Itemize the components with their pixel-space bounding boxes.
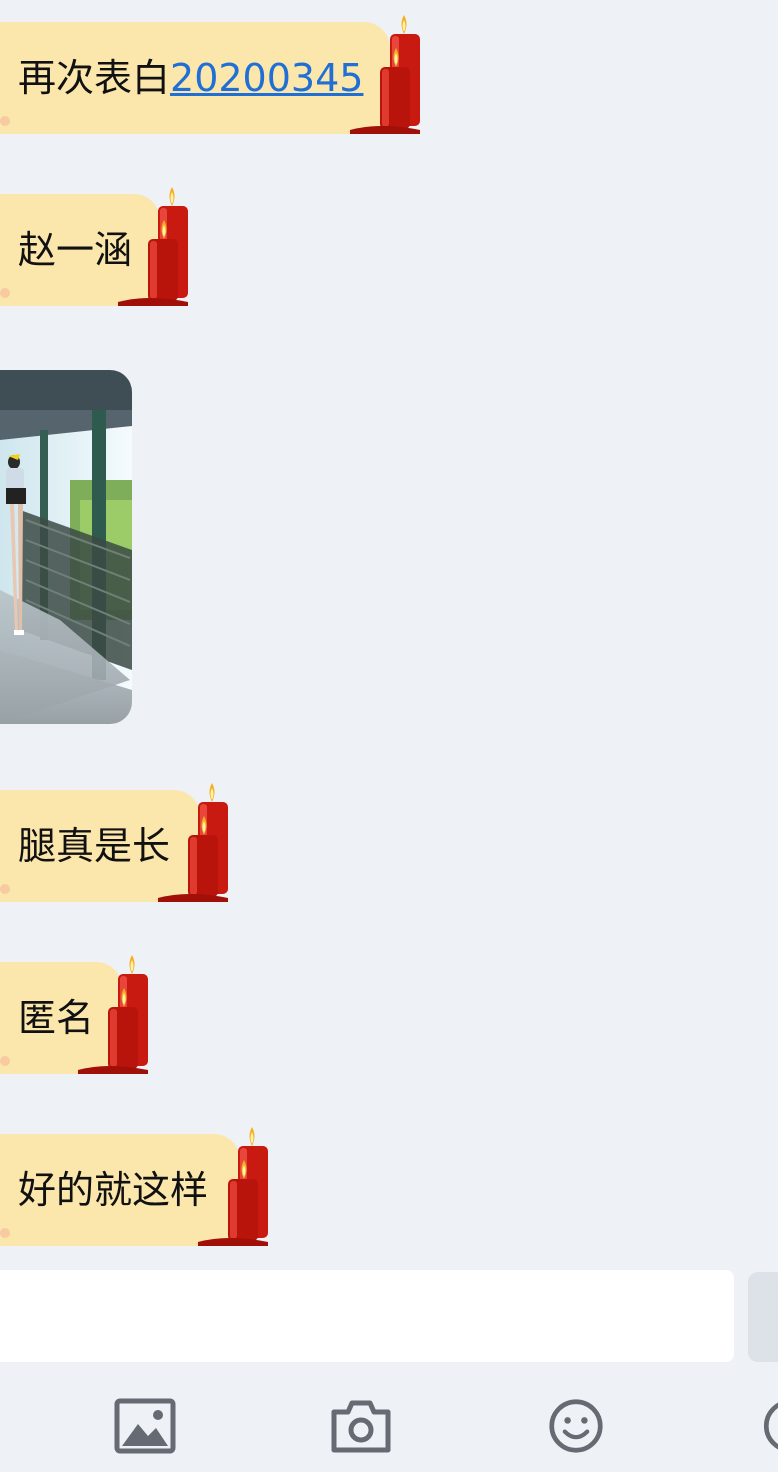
bubble-decoration: [0, 288, 18, 300]
image-icon[interactable]: [114, 1398, 176, 1454]
message-link[interactable]: 20200345: [170, 56, 363, 100]
bubble-decoration: [0, 1056, 18, 1068]
candle-icon: [350, 15, 420, 134]
candle-icon: [118, 187, 188, 306]
message-input-row: [0, 1270, 778, 1364]
emoji-icon[interactable]: [546, 1398, 606, 1454]
image-message[interactable]: [0, 370, 132, 724]
camera-icon[interactable]: [330, 1398, 392, 1454]
photo-thumbnail: [0, 370, 132, 724]
message-text: 腿真是长: [18, 824, 171, 868]
chat-area: 再次表白20200345 赵一涵 腿真是长 匿名 好的就这样: [0, 0, 778, 1262]
send-button[interactable]: [748, 1272, 778, 1362]
candle-icon: [78, 955, 148, 1074]
bubble-decoration: [0, 884, 18, 896]
more-icon[interactable]: [762, 1398, 778, 1454]
candle-icon: [158, 783, 228, 902]
message-text-label: 再次表白: [18, 56, 171, 100]
message-text: 赵一涵: [18, 228, 133, 272]
candle-icon: [198, 1127, 268, 1246]
message-text: 再次表白20200345: [18, 22, 363, 134]
bubble-decoration: [0, 116, 18, 128]
input-toolbar: [0, 1372, 778, 1472]
message-bubble[interactable]: 再次表白20200345: [0, 22, 390, 134]
message-input[interactable]: [0, 1270, 734, 1362]
message-text: 好的就这样: [18, 1168, 209, 1212]
bubble-decoration: [0, 1228, 18, 1240]
